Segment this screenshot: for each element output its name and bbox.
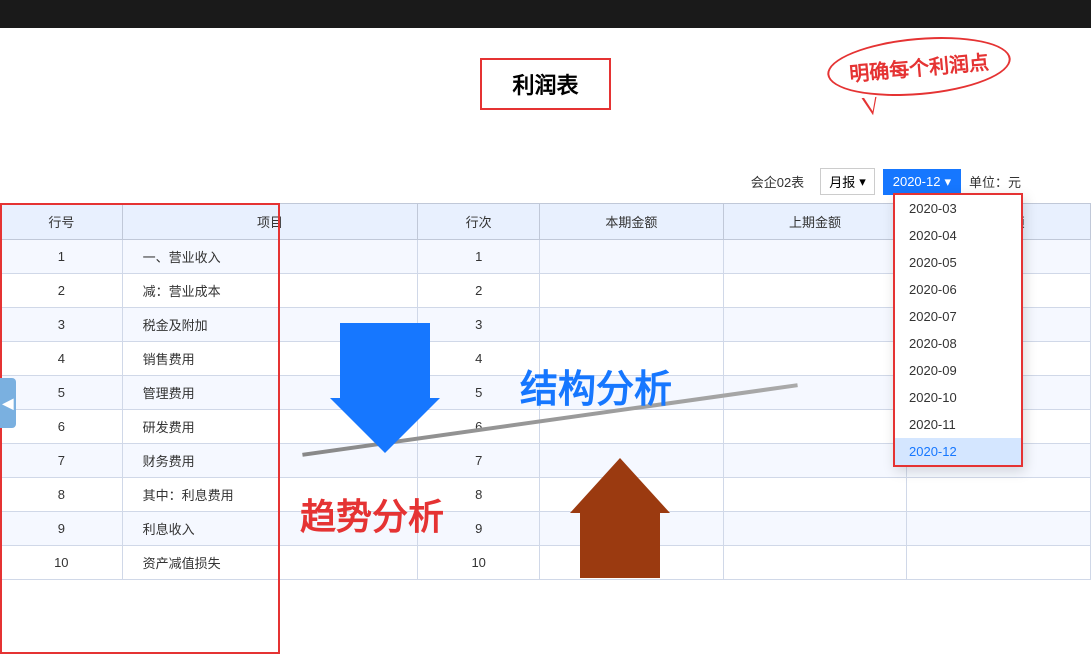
dropdown-option[interactable]: 2020-03 [895,195,1021,222]
cell-annual [907,512,1091,546]
title-box: 利润表 [480,58,610,110]
blue-arrow-svg [330,323,440,453]
table-row: 8 其中：利息费用 8 [1,478,1091,512]
unit-label: 单位：元 [969,172,1021,191]
cell-item: 减：营业成本 [122,274,418,308]
dropdown-option[interactable]: 2020-10 [895,384,1021,411]
cell-prev [723,444,907,478]
period-dropdown[interactable]: 2020-032020-042020-052020-062020-072020-… [893,193,1023,467]
title-area: 利润表 [200,58,891,110]
dropdown-option[interactable]: 2020-12 [895,438,1021,465]
cell-id: 10 [1,546,123,580]
dropdown-option[interactable]: 2020-06 [895,276,1021,303]
cell-prev [723,274,907,308]
col-header-current: 本期金额 [540,204,724,240]
cell-prev [723,342,907,376]
cell-item: 资产减值损失 [122,546,418,580]
cell-seq: 10 [418,546,540,580]
cell-item: 一、营业收入 [122,240,418,274]
period-value-select[interactable]: 2020-12 ▾ [883,169,961,195]
col-header-item: 项目 [122,204,418,240]
top-bar [0,0,1091,28]
cell-prev [723,410,907,444]
controls-row: 会企02表 月报 ▾ 2020-12 ▾ 单位：元 [751,168,1021,195]
col-header-id: 行号 [1,204,123,240]
jiegou-text: 结构分析 [520,358,672,413]
cell-prev [723,308,907,342]
cell-seq: 2 [418,274,540,308]
page-title: 利润表 [512,73,578,98]
period-value-label: 2020-12 [893,174,941,189]
dropdown-option[interactable]: 2020-07 [895,303,1021,330]
cell-id: 2 [1,274,123,308]
cell-current [540,308,724,342]
period-value-chevron: ▾ [944,174,951,190]
left-chevron-icon: ◀ [3,395,14,412]
cell-annual [907,478,1091,512]
cell-seq: 1 [418,240,540,274]
brown-arrow-svg [570,458,670,578]
cell-prev [723,546,907,580]
cell-id: 1 [1,240,123,274]
cell-id: 8 [1,478,123,512]
brown-up-arrow [570,458,670,583]
cell-id: 4 [1,342,123,376]
qushi-text: 趋势分析 [300,488,444,540]
col-header-seq: 行次 [418,204,540,240]
cell-current [540,274,724,308]
cell-prev [723,478,907,512]
company-label: 会企02表 [751,172,804,191]
dropdown-option[interactable]: 2020-05 [895,249,1021,276]
table-row: 9 利息收入 9 [1,512,1091,546]
main-content: 明确每个利润点 利润表 会企02表 月报 ▾ 2020-12 ▾ 单位：元 行号… [0,28,1091,654]
cell-id: 3 [1,308,123,342]
period-type-label: 月报 [829,172,855,191]
cell-annual [907,546,1091,580]
cell-id: 9 [1,512,123,546]
cell-id: 5 [1,376,123,410]
table-row: 10 资产减值损失 10 [1,546,1091,580]
col-header-prev: 上期金额 [723,204,907,240]
dropdown-option[interactable]: 2020-04 [895,222,1021,249]
period-type-select[interactable]: 月报 ▾ [820,168,875,195]
period-type-chevron: ▾ [859,174,866,190]
cell-id: 7 [1,444,123,478]
cell-prev [723,512,907,546]
dropdown-option[interactable]: 2020-09 [895,357,1021,384]
cell-current [540,240,724,274]
left-collapse-button[interactable]: ◀ [0,378,16,428]
dropdown-option[interactable]: 2020-11 [895,411,1021,438]
dropdown-option[interactable]: 2020-08 [895,330,1021,357]
cell-prev [723,240,907,274]
cell-id: 6 [1,410,123,444]
